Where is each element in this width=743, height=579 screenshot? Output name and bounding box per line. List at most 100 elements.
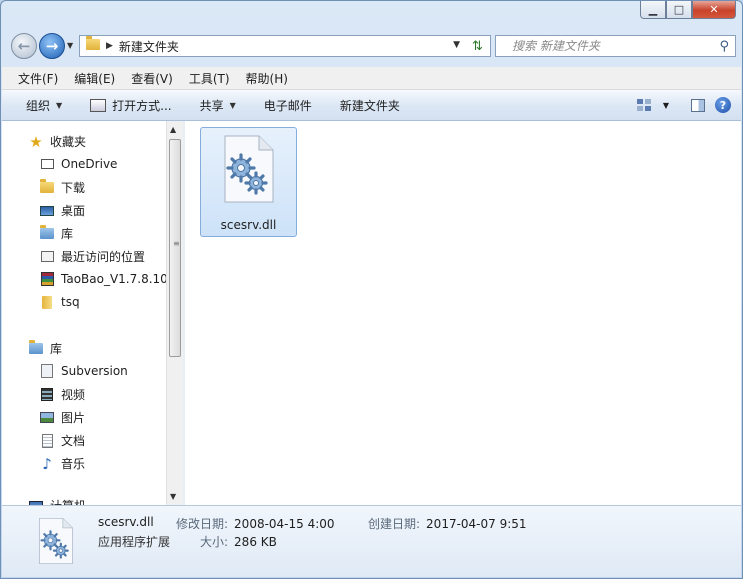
nav-item-label: OneDrive (61, 157, 118, 171)
menu-bar: 文件(F) 编辑(E) 查看(V) 工具(T) 帮助(H) (2, 67, 741, 90)
view-tiles-icon (636, 99, 651, 111)
detail-file-type: 应用程序扩展 (98, 535, 171, 549)
command-bar: 组织 ▼ 打开方式... 共享 ▼ 电子邮件 新建文件夹 ▼ ? (2, 90, 741, 121)
recent-pages-dropdown[interactable]: ▼ (67, 41, 73, 50)
nav-item-music[interactable]: ♪ 音乐 (39, 454, 85, 473)
nav-item-onedrive[interactable]: OneDrive (39, 156, 117, 172)
breadcrumb-current-folder[interactable]: 新建文件夹 (119, 38, 179, 55)
open-with-label: 打开方式... (112, 98, 172, 113)
new-folder-button[interactable]: 新建文件夹 (326, 90, 414, 120)
nav-item-taobao[interactable]: TaoBao_V1.7.8.10_ (39, 271, 166, 287)
new-folder-label: 新建文件夹 (339, 98, 400, 113)
nav-item-desktop[interactable]: 桌面 (39, 202, 85, 219)
desktop-icon (39, 203, 55, 219)
help-button[interactable]: ? (715, 97, 731, 113)
folder-icon (39, 294, 55, 310)
nav-group-libraries[interactable]: 库 (28, 340, 62, 357)
menu-tools[interactable]: 工具(T) (181, 70, 238, 87)
nav-item-videos[interactable]: 视频 (39, 386, 85, 403)
breadcrumb-separator-icon[interactable]: ▶ (106, 41, 113, 51)
file-list[interactable]: scesrv.dll (185, 121, 741, 505)
nav-item-library[interactable]: 库 (39, 225, 73, 242)
content-area: ★ 收藏夹 OneDrive 下载 桌面 库 最近访问的位置 TaoBao_V1… (2, 121, 741, 505)
subversion-icon (39, 363, 55, 379)
scroll-down-icon[interactable]: ▼ (170, 492, 176, 501)
detail-value: 286 KB (234, 535, 277, 549)
navigation-pane[interactable]: ★ 收藏夹 OneDrive 下载 桌面 库 最近访问的位置 TaoBao_V1… (2, 121, 166, 505)
nav-item-label: 文档 (61, 434, 86, 448)
change-view-button[interactable]: ▼ (636, 99, 669, 111)
menu-view[interactable]: 查看(V) (123, 70, 181, 87)
detail-label: 大小: (200, 535, 229, 549)
detail-created: 创建日期: 2017-04-07 9:51 (368, 515, 527, 532)
nav-pane-scrollbar[interactable]: ▲ ≡ ▼ (166, 121, 183, 505)
menu-file[interactable]: 文件(F) (2, 70, 66, 87)
detail-label: 修改日期: (176, 517, 229, 531)
view-controls: ▼ ? (636, 90, 731, 120)
nav-item-documents[interactable]: 文档 (39, 432, 85, 449)
address-bar[interactable]: ▶ 新建文件夹 ▼ (79, 35, 467, 57)
menu-help[interactable]: 帮助(H) (238, 70, 296, 87)
scrollbar-thumb[interactable]: ≡ (169, 139, 181, 357)
nav-item-label: tsq (61, 295, 80, 309)
organize-button[interactable]: 组织 ▼ (2, 90, 76, 120)
nav-group-label: 收藏夹 (50, 135, 87, 149)
nav-group-label: 库 (50, 342, 63, 356)
arrow-right-icon: → (45, 37, 59, 55)
nav-item-subversion[interactable]: Subversion (39, 363, 128, 379)
arrow-left-icon: ← (17, 37, 31, 55)
detail-value: 2017-04-07 9:51 (426, 517, 527, 531)
nav-item-label: 图片 (61, 411, 86, 425)
detail-modified: 修改日期: 2008-04-15 4:00 (176, 515, 335, 532)
nav-item-label: 视频 (61, 388, 86, 402)
file-item[interactable]: scesrv.dll (200, 127, 297, 237)
nav-item-pictures[interactable]: 图片 (39, 409, 85, 426)
open-with-button[interactable]: 打开方式... (76, 90, 185, 120)
nav-item-label: 库 (61, 227, 74, 241)
archive-icon (39, 271, 55, 287)
detail-label: 创建日期: (368, 517, 421, 531)
recent-places-icon (39, 249, 55, 265)
details-pane: scesrv.dll 应用程序扩展 修改日期: 2008-04-15 4:00 大… (2, 505, 741, 577)
nav-item-label: 下载 (61, 181, 86, 195)
refresh-icon: ⇅ (472, 38, 483, 54)
dll-gear-icon (224, 135, 274, 203)
caption-buttons: ▁ □ ✕ (640, 1, 736, 19)
computer-icon (28, 498, 44, 505)
email-button[interactable]: 电子邮件 (250, 90, 326, 120)
scroll-up-icon[interactable]: ▲ (170, 125, 176, 134)
chevron-down-icon: ▼ (229, 100, 236, 110)
back-button[interactable]: ← (11, 33, 37, 59)
grip-icon: ≡ (173, 239, 180, 248)
nav-group-favorites[interactable]: ★ 收藏夹 (28, 133, 87, 151)
preview-pane-button[interactable] (691, 98, 705, 112)
maximize-button[interactable]: □ (666, 1, 692, 19)
search-input[interactable] (510, 38, 720, 54)
nav-item-tsq[interactable]: tsq (39, 294, 80, 310)
chevron-down-icon: ▼ (56, 100, 63, 110)
library-icon (39, 225, 55, 242)
menu-edit[interactable]: 编辑(E) (66, 70, 123, 87)
nav-item-label: 最近访问的位置 (61, 250, 146, 264)
share-label: 共享 (199, 98, 224, 113)
close-button[interactable]: ✕ (692, 1, 736, 19)
explorer-window: ▁ □ ✕ ← → ▼ ▶ 新建文件夹 ▼ ⇅ ⚲ 文件(F) 编辑(E) 查看… (0, 0, 743, 579)
share-button[interactable]: 共享 ▼ (186, 90, 250, 120)
nav-group-computer[interactable]: 计算机 (28, 497, 86, 505)
forward-button[interactable]: → (39, 33, 65, 59)
refresh-button[interactable]: ⇅ (465, 35, 491, 57)
onedrive-icon (39, 156, 55, 172)
search-icon[interactable]: ⚲ (719, 39, 729, 54)
library-icon (28, 340, 44, 357)
document-icon (39, 433, 55, 449)
nav-item-downloads[interactable]: 下载 (39, 179, 85, 196)
minimize-button[interactable]: ▁ (640, 1, 666, 19)
address-history-dropdown[interactable]: ▼ (453, 40, 460, 50)
chevron-down-icon: ▼ (67, 41, 74, 50)
nav-item-recent-places[interactable]: 最近访问的位置 (39, 248, 145, 265)
music-icon: ♪ (42, 454, 52, 473)
detail-value: 2008-04-15 4:00 (234, 517, 335, 531)
dll-gear-icon (39, 517, 73, 565)
search-box[interactable]: ⚲ (495, 35, 736, 57)
navigation-bar: ← → ▼ ▶ 新建文件夹 ▼ ⇅ ⚲ (9, 33, 736, 59)
